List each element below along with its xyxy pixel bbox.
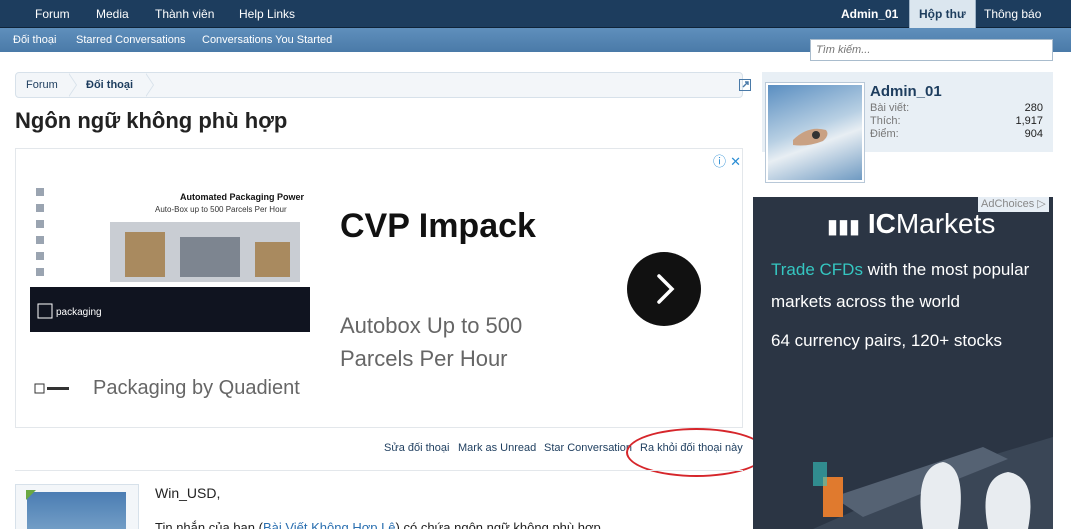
- message-greeting: Win_USD,: [155, 485, 221, 501]
- nav-members[interactable]: Thành viên: [155, 0, 214, 28]
- nav-forum[interactable]: Forum: [35, 0, 70, 28]
- ic-markets-logo: ▮▮▮ ICMarkets: [827, 208, 995, 240]
- page-title: Ngôn ngữ không phù hợp: [15, 108, 288, 133]
- building-icon: ▮▮▮: [827, 216, 861, 238]
- divider: [15, 470, 743, 471]
- top-navigation: Forum Media Thành viên Help Links Admin_…: [0, 0, 1071, 30]
- stat-value: 1,917: [1015, 115, 1043, 127]
- nav-alerts[interactable]: Thông báo: [984, 0, 1041, 28]
- star-conversation-link[interactable]: Star Conversation: [544, 442, 632, 454]
- ad-product-image[interactable]: Automated Packaging Power Auto-Box up to…: [30, 182, 310, 332]
- subnav-started[interactable]: Conversations You Started: [202, 28, 332, 52]
- side-ad-line-1-rest: with the most popular: [862, 260, 1030, 279]
- subnav-conversations[interactable]: Đối thoại: [13, 28, 56, 52]
- ad-brand[interactable]: Packaging by Quadient: [93, 377, 300, 400]
- chevron-right-icon: [657, 274, 675, 304]
- nav-help-links[interactable]: Help Links: [239, 0, 295, 28]
- side-ad[interactable]: [753, 197, 1053, 529]
- subnav-starred[interactable]: Starred Conversations: [76, 28, 185, 52]
- side-ad-line-2: markets across the world: [771, 292, 960, 311]
- hand-icon: [793, 128, 828, 146]
- edit-conversation-link[interactable]: Sửa đối thoại: [384, 442, 449, 454]
- profile-name[interactable]: Admin_01: [870, 83, 942, 100]
- message-text-start: Tin nhắn của bạn (: [155, 520, 263, 529]
- stat-label: Thích:: [870, 115, 901, 127]
- mark-unread-link[interactable]: Mark as Unread: [458, 442, 536, 454]
- ad-image-logo: packaging: [56, 307, 102, 318]
- logo-ic: IC: [867, 208, 896, 239]
- logo-markets: Markets: [895, 208, 996, 239]
- message-avatar[interactable]: [27, 492, 126, 529]
- side-ad-illustration: [813, 437, 1053, 529]
- breadcrumb-separator-inner: [145, 73, 153, 97]
- ad-image-title: Automated Packaging Power: [180, 192, 305, 202]
- ad-info-close-icon[interactable]: ⓘ ✕: [713, 151, 741, 170]
- jump-icon[interactable]: [739, 79, 751, 91]
- side-ad-line-3: 64 currency pairs, 120+ stocks: [771, 331, 1003, 350]
- message-line: Tin nhắn của bạn (Bài Viết Không Hợp Lệ)…: [155, 520, 601, 529]
- stat-label: Bài viết:: [870, 102, 910, 114]
- profile-avatar[interactable]: [765, 82, 865, 183]
- ad-image-subtitle: Auto-Box up to 500 Parcels Per Hour: [155, 205, 287, 214]
- nav-inbox[interactable]: Hộp thư: [909, 0, 976, 30]
- breadcrumb: Forum Đối thoại: [15, 72, 751, 98]
- stat-value: 904: [1024, 128, 1043, 140]
- side-ad-highlight: Trade CFDs: [771, 260, 863, 279]
- search-input[interactable]: [810, 39, 1053, 61]
- packaging-logo-icon: [34, 383, 69, 394]
- breadcrumb-conversations[interactable]: Đối thoại: [86, 73, 133, 97]
- message-text-end: ) có chứa ngôn ngữ không phù hợp: [395, 520, 601, 529]
- online-indicator-icon: [26, 490, 36, 500]
- ad-subline[interactable]: Autobox Up to 500 Parcels Per Hour: [340, 309, 600, 375]
- breadcrumb-separator-inner: [68, 73, 76, 97]
- stat-value: 280: [1024, 102, 1043, 114]
- side-ad-line-1: Trade CFDs with the most popular: [771, 260, 1029, 280]
- breadcrumb-forum[interactable]: Forum: [26, 73, 58, 97]
- ad-headline[interactable]: CVP Impack: [340, 207, 536, 246]
- ad-go-button[interactable]: [627, 252, 701, 326]
- message-post-link[interactable]: Bài Viết Không Hợp Lệ: [263, 520, 396, 529]
- nav-media[interactable]: Media: [96, 0, 129, 28]
- stat-label: Điểm:: [870, 128, 899, 140]
- nav-user[interactable]: Admin_01: [841, 0, 898, 28]
- ad-banner[interactable]: Automated Packaging Power Auto-Box up to…: [15, 148, 743, 428]
